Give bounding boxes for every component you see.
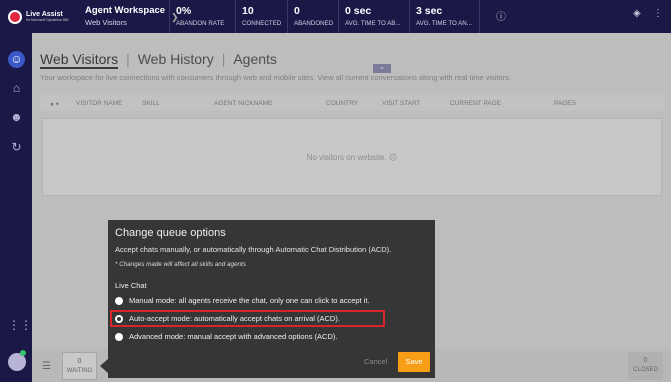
workspace-title: Agent Workspace xyxy=(85,5,166,16)
chevron-right-icon[interactable]: ❯ xyxy=(171,12,179,23)
column-pages[interactable]: PAGES xyxy=(554,100,576,107)
hamburger-menu-icon[interactable]: ☰ xyxy=(42,361,51,372)
table-header: ● ▾ VISITOR NAME SKILL AGENT NICKNAME CO… xyxy=(40,95,664,111)
collapse-header-icon[interactable]: ⌄ xyxy=(373,64,391,73)
metric-value: 0 xyxy=(294,5,300,17)
section-live-chat: Live Chat xyxy=(115,281,147,290)
column-country[interactable]: COUNTRY xyxy=(326,100,358,107)
waiting-label: WAITING xyxy=(66,368,93,374)
workspace-selector[interactable]: Agent Workspace Web Visitors xyxy=(75,0,170,33)
metric-abandoned: 0 ABANDONED xyxy=(288,0,339,33)
apps-grid-icon[interactable]: ⋮⋮ xyxy=(8,317,32,334)
save-button[interactable]: Save xyxy=(398,352,430,372)
column-visitor-name[interactable]: VISITOR NAME xyxy=(76,100,122,107)
closed-count: 0 xyxy=(643,357,648,364)
metric-value: 10 xyxy=(242,5,254,17)
closed-counter[interactable]: 0 CLOSED xyxy=(628,352,663,380)
selected-option-highlight xyxy=(110,310,385,327)
left-nav-rail: ☺ ⌂ ☻ ↻ ⋮⋮ xyxy=(0,33,32,382)
advanced-mode-option[interactable]: Advanced mode: manual accept with advanc… xyxy=(115,332,337,341)
manual-mode-option[interactable]: Manual mode: all agents receive the chat… xyxy=(115,296,370,305)
metric-value: 3 sec xyxy=(416,5,443,17)
tab-divider: | xyxy=(126,51,130,67)
top-bar: Live Assist for Microsoft Dynamics 365 A… xyxy=(0,0,671,33)
metric-label: ABANDONED xyxy=(294,20,334,27)
select-all-toggle-icon[interactable]: ● ▾ xyxy=(50,100,59,108)
info-icon[interactable]: ⓘ xyxy=(496,8,506,23)
advanced-mode-label: Advanced mode: manual accept with advanc… xyxy=(129,332,338,341)
empty-state-text: No visitors on website. xyxy=(306,153,387,162)
advanced-mode-radio[interactable] xyxy=(115,332,123,341)
visitors-table-body: No visitors on website. ☹ xyxy=(42,118,662,196)
logo-mark-icon xyxy=(8,9,22,24)
popover-description: Accept chats manually, or automatically … xyxy=(115,245,392,254)
workspace-subtitle: Web Visitors xyxy=(85,18,127,27)
live-assist-logo: Live Assist for Microsoft Dynamics 365 xyxy=(0,0,75,33)
empty-state: No visitors on website. ☹ xyxy=(43,153,661,162)
metric-avg-time-to-answer: 3 sec AVG. TIME TO AN... xyxy=(410,0,480,33)
logo-title: Live Assist xyxy=(26,11,63,18)
waiting-count: 0 xyxy=(77,358,82,365)
change-queue-options-popover: Change queue options Accept chats manual… xyxy=(108,220,435,378)
more-options-icon[interactable]: ⋮ xyxy=(653,8,663,19)
page-description: Your workspace for live connections with… xyxy=(40,73,512,82)
column-visit-start[interactable]: VISIT START xyxy=(382,100,421,107)
metric-value: 0 sec xyxy=(345,5,372,17)
tab-bar: Web Visitors | Web History | Agents xyxy=(40,51,277,69)
refresh-icon[interactable]: ↻ xyxy=(8,139,25,156)
closed-label: CLOSED xyxy=(633,367,658,373)
sad-face-icon: ☹ xyxy=(388,153,398,162)
column-skill[interactable]: SKILL xyxy=(142,100,160,107)
cancel-button[interactable]: Cancel xyxy=(364,357,387,366)
popover-note: * Changes made will affect all skills an… xyxy=(115,261,246,268)
column-current-page[interactable]: CURRENT PAGE xyxy=(450,100,501,107)
logo-subtitle: for Microsoft Dynamics 365 xyxy=(26,18,69,22)
user-icon[interactable]: ☻ xyxy=(8,109,25,126)
popover-arrow xyxy=(100,359,108,373)
tab-web-history[interactable]: Web History xyxy=(138,51,214,69)
online-status-icon xyxy=(20,350,26,356)
waiting-counter[interactable]: 0 WAITING xyxy=(62,352,97,380)
web-visitors-icon[interactable]: ☺ xyxy=(8,51,25,68)
metric-label: ABANDON RATE xyxy=(176,20,225,27)
column-agent-nickname[interactable]: AGENT NICKNAME xyxy=(214,100,272,107)
layers-icon[interactable]: ◈ xyxy=(633,8,641,19)
metric-label: AVG. TIME TO AN... xyxy=(416,20,472,27)
tab-divider: | xyxy=(221,51,226,67)
metric-connected: 10 CONNECTED xyxy=(236,0,288,33)
tag-icon[interactable]: ⌂ xyxy=(8,80,25,97)
manual-mode-radio[interactable] xyxy=(115,296,123,305)
manual-mode-label: Manual mode: all agents receive the chat… xyxy=(129,296,370,305)
tab-agents[interactable]: Agents xyxy=(233,51,277,69)
metric-label: AVG. TIME TO AB... xyxy=(345,20,401,27)
metric-avg-time-to-abandon: 0 sec AVG. TIME TO AB... xyxy=(339,0,410,33)
popover-title: Change queue options xyxy=(115,227,226,239)
metric-abandon-rate: 0% ABANDON RATE xyxy=(170,0,236,33)
tab-web-visitors[interactable]: Web Visitors xyxy=(40,51,119,69)
metric-value: 0% xyxy=(176,5,192,17)
metric-label: CONNECTED xyxy=(242,20,282,27)
